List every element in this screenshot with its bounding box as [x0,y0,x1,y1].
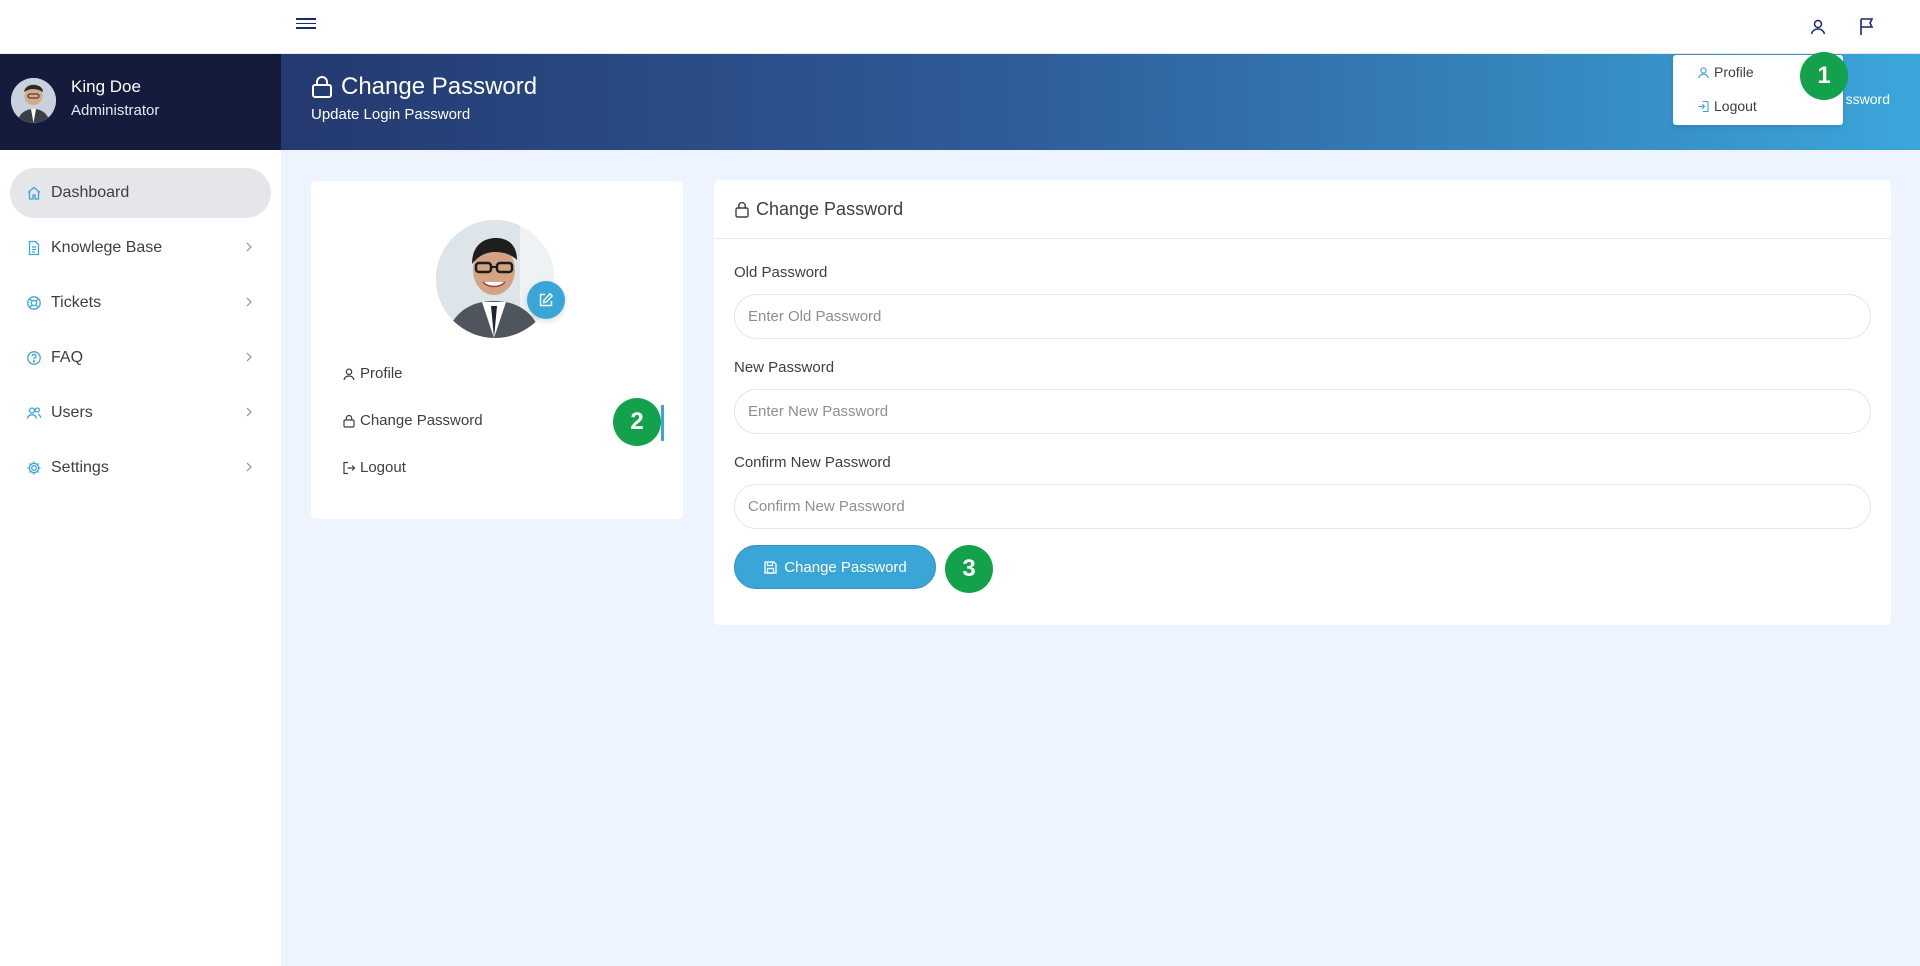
lifebuoy-icon [26,295,42,311]
active-indicator [661,405,664,441]
logout-link-label: Logout [360,459,406,476]
dropdown-profile-link[interactable]: Profile [1697,64,1754,80]
user-icon [343,368,355,380]
sidebar: King Doe Administrator Dashboard Knowleg… [0,54,281,966]
edit-photo-button[interactable] [527,281,565,319]
chevron-right-icon [242,460,256,474]
sidebar-nav: Dashboard Knowlege Base Tickets FAQ User… [0,168,281,498]
page-subtitle: Update Login Password [311,106,471,123]
save-icon [764,560,777,574]
gear-icon [26,460,42,476]
document-icon [26,240,42,256]
change-password-link-label: Change Password [360,412,483,429]
change-password-link[interactable]: Change Password [342,412,483,429]
sidebar-item-label: FAQ [51,349,84,366]
sidebar-item-label: Knowlege Base [51,239,163,256]
sidebar-item-dashboard[interactable]: Dashboard [10,168,271,218]
card-title-text: Change Password [756,199,904,219]
page-title: Change Password [311,73,537,101]
breadcrumb[interactable]: ssword [1846,91,1890,107]
confirm-password-input[interactable] [734,484,1871,529]
user-icon [1698,66,1709,78]
user-icon[interactable] [1806,15,1830,39]
chevron-right-icon [242,240,256,254]
change-password-button[interactable]: Change Password [734,545,936,589]
sidebar-item-faq[interactable]: FAQ [10,333,271,383]
step-marker-2: 2 [613,398,661,446]
user-name: King Doe [71,77,141,96]
new-password-label: New Password [734,359,835,376]
chevron-right-icon [242,295,256,309]
chevron-right-icon [242,350,256,364]
lock-icon [312,76,332,98]
sidebar-item-knowlege-base[interactable]: Knowlege Base [10,223,271,273]
flag-icon[interactable] [1855,15,1879,39]
sidebar-item-label: Dashboard [51,184,130,201]
change-password-button-label: Change Password [784,558,907,576]
page-title-text: Change Password [341,73,538,100]
lock-icon [343,414,355,428]
sidebar-item-users[interactable]: Users [10,388,271,438]
sidebar-item-settings[interactable]: Settings [10,443,271,493]
old-password-input[interactable] [734,294,1871,339]
sidebar-item-label: Users [51,404,93,421]
logout-icon [343,461,356,474]
menu-icon[interactable] [296,18,316,34]
sidebar-item-tickets[interactable]: Tickets [10,278,271,328]
dropdown-profile-label: Profile [1714,64,1754,80]
home-icon [26,185,42,201]
top-bar [0,0,1920,54]
new-password-input[interactable] [734,389,1871,434]
logout-icon [1698,100,1709,112]
step-marker-1: 1 [1800,52,1848,100]
sidebar-profile-header: King Doe Administrator [0,54,281,150]
dropdown-logout-link[interactable]: Logout [1697,98,1757,114]
user-role: Administrator [71,102,160,119]
sidebar-item-label: Settings [51,459,109,476]
card-title: Change Password [734,199,903,220]
profile-link[interactable]: Profile [342,365,403,382]
profile-link-label: Profile [360,365,403,382]
avatar [11,78,56,123]
help-circle-icon [26,350,42,366]
profile-photo [436,220,554,338]
users-icon [26,405,42,421]
logout-link[interactable]: Logout [342,459,406,476]
chevron-right-icon [242,405,256,419]
confirm-password-label: Confirm New Password [734,454,891,471]
old-password-label: Old Password [734,264,828,281]
lock-icon [735,201,749,218]
sidebar-item-label: Tickets [51,294,102,311]
profile-card: Profile Change Password Logout [311,181,683,519]
dropdown-logout-label: Logout [1714,98,1757,114]
change-password-card: Change Password Old Password New Passwor… [714,180,1891,625]
step-marker-3: 3 [945,545,993,593]
edit-icon [539,292,554,307]
divider [714,238,1891,239]
